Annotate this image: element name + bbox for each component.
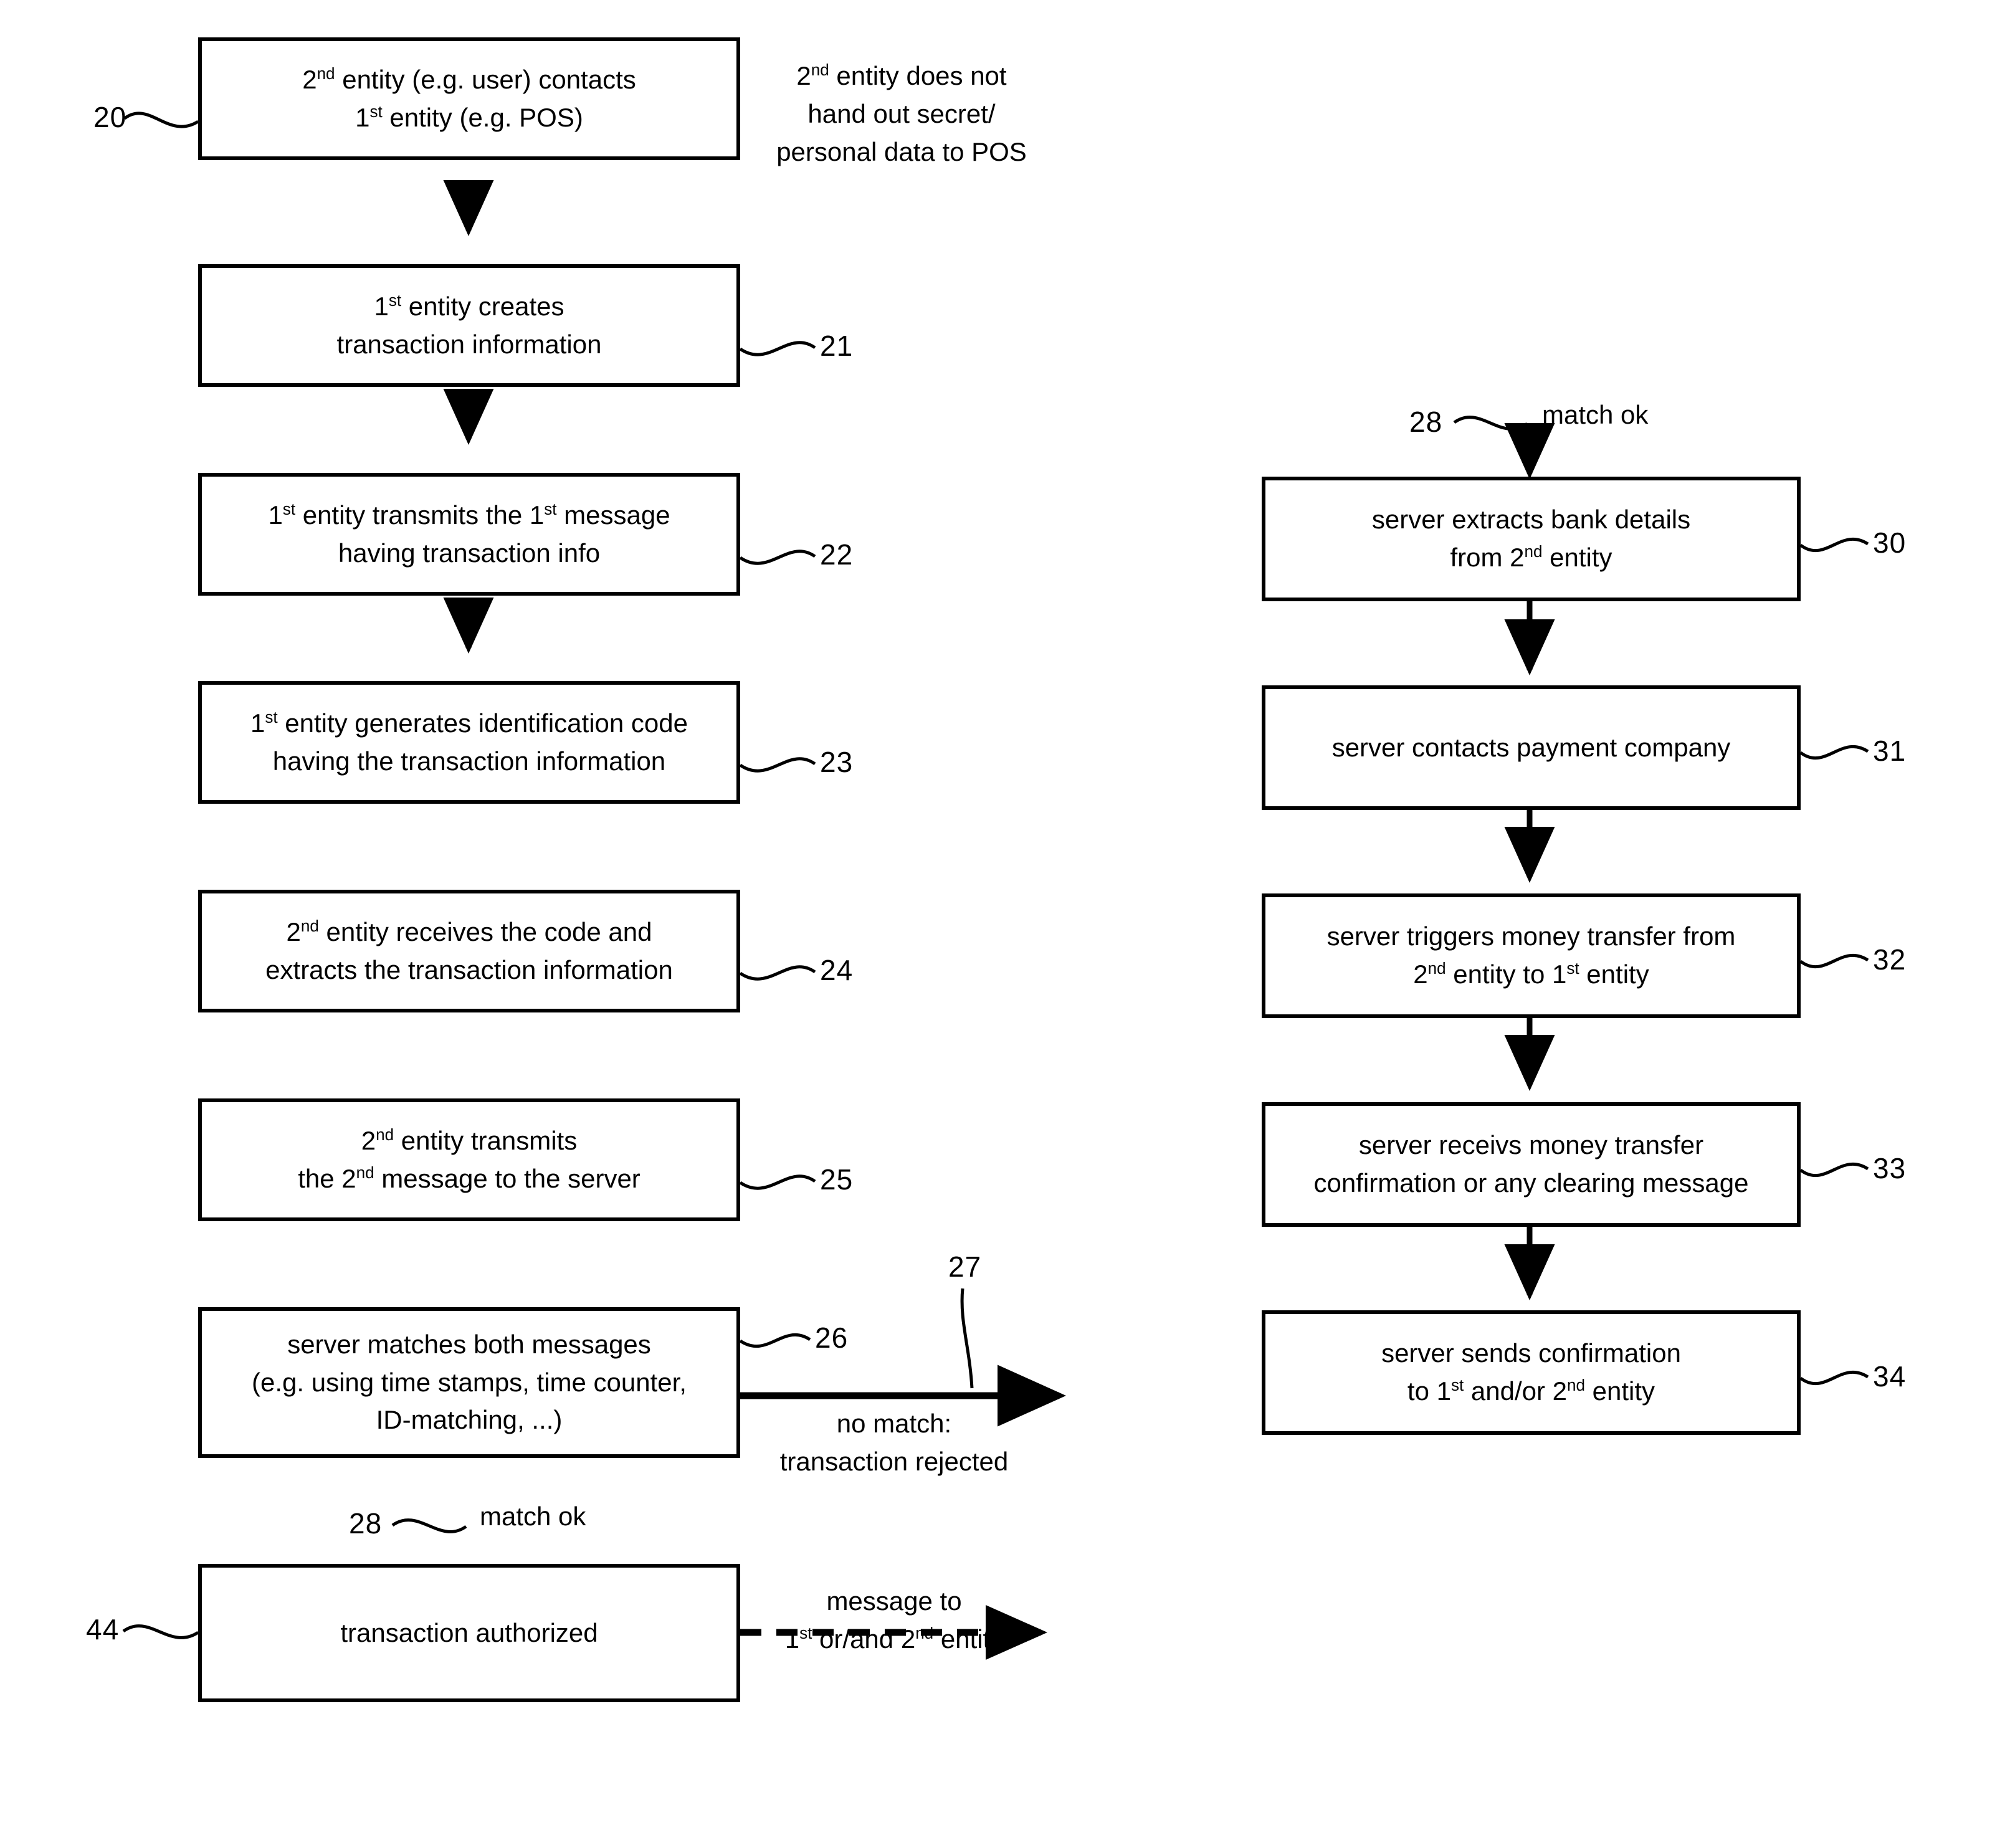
- step-box-25[interactable]: 2nd entity transmits the 2nd message to t…: [198, 1098, 740, 1221]
- step-box-34-text: server sends confirmation to 1st and/or 2…: [1381, 1338, 1681, 1406]
- ref-numeral-24: 24: [820, 954, 854, 986]
- step-box-30-text: server extracts bank details from 2nd ent…: [1371, 505, 1691, 572]
- leader-31: [1799, 745, 1869, 760]
- leader-44: [122, 1624, 199, 1639]
- step-box-44[interactable]: transaction authorized: [198, 1564, 740, 1702]
- leader-22: [739, 550, 816, 565]
- step-box-26-text: server matches both messages (e.g. using …: [252, 1329, 687, 1435]
- ref-numeral-25: 25: [820, 1163, 854, 1196]
- step-box-24-text: 2nd entity receives the code and extracts…: [265, 916, 673, 984]
- leader-24: [739, 965, 816, 981]
- ref-numeral-30: 30: [1873, 526, 1907, 559]
- leader-28-left: [391, 1518, 467, 1533]
- leader-25: [739, 1174, 816, 1190]
- step-box-32-text: server triggers money transfer from 2nd e…: [1326, 922, 1736, 989]
- step-box-44-text: transaction authorized: [340, 1617, 598, 1647]
- step-box-21[interactable]: 1st entity creates transaction informatio…: [198, 264, 740, 387]
- annotation-no-match: no match: transaction rejected: [779, 1409, 1009, 1476]
- step-box-21-text: 1st entity creates transaction informatio…: [336, 290, 602, 359]
- step-box-32[interactable]: server triggers money transfer from 2nd e…: [1262, 893, 1801, 1018]
- leader-34: [1799, 1370, 1869, 1386]
- leader-23: [739, 757, 816, 773]
- figure-canvas: 2nd entity (e.g. user) contacts 1st entit…: [0, 0, 2005, 1848]
- step-box-30[interactable]: server extracts bank details from 2nd ent…: [1262, 477, 1801, 601]
- leader-21: [739, 341, 816, 356]
- step-box-22-text: 1st entity transmits the 1st message havi…: [268, 499, 670, 568]
- leader-28-right: [1453, 416, 1528, 431]
- leader-32: [1799, 953, 1869, 969]
- ref-numeral-28-right: 28: [1409, 406, 1443, 438]
- leader-33: [1799, 1162, 1869, 1178]
- ref-numeral-20: 20: [93, 101, 127, 133]
- step-box-24[interactable]: 2nd entity receives the code and extracts…: [198, 890, 740, 1012]
- ref-numeral-33: 33: [1873, 1152, 1907, 1184]
- ref-numeral-26: 26: [815, 1322, 849, 1354]
- ref-numeral-27: 27: [948, 1250, 982, 1283]
- ref-numeral-44: 44: [86, 1613, 120, 1646]
- step-box-26[interactable]: server matches both messages (e.g. using …: [198, 1307, 740, 1458]
- annotation-message-to: message to 1st or/and 2nd entity: [784, 1586, 1004, 1654]
- ref-numeral-31: 31: [1873, 735, 1907, 767]
- step-box-34[interactable]: server sends confirmation to 1st and/or 2…: [1262, 1310, 1801, 1435]
- leader-26: [739, 1333, 811, 1348]
- ref-numeral-32: 32: [1873, 943, 1907, 976]
- step-box-23[interactable]: 1st entity generates identification code…: [198, 681, 740, 804]
- step-box-23-text: 1st entity generates identification code…: [250, 707, 688, 776]
- leader-20: [123, 112, 199, 128]
- annotation-pos-privacy: 2nd entity does not hand out secret/perso…: [776, 60, 1027, 166]
- step-box-31[interactable]: server contacts payment company: [1262, 685, 1801, 810]
- step-box-25-text: 2nd entity transmits the 2nd message to t…: [298, 1125, 641, 1193]
- leader-27: [960, 1288, 974, 1389]
- step-box-33-text: server receivs money transfer confirmatio…: [1313, 1130, 1749, 1198]
- ref-numeral-21: 21: [820, 330, 854, 362]
- leader-30: [1799, 537, 1869, 553]
- annotation-match-ok-left: match ok: [480, 1502, 586, 1531]
- ref-numeral-23: 23: [820, 746, 854, 778]
- ref-numeral-34: 34: [1873, 1360, 1907, 1393]
- step-box-22[interactable]: 1st entity transmits the 1st message havi…: [198, 473, 740, 596]
- ref-numeral-22: 22: [820, 538, 854, 571]
- step-box-20[interactable]: 2nd entity (e.g. user) contacts 1st entit…: [198, 37, 740, 160]
- step-box-20-text: 2nd entity (e.g. user) contacts 1st entit…: [302, 64, 636, 132]
- step-box-33[interactable]: server receivs money transfer confirmatio…: [1262, 1102, 1801, 1227]
- step-box-31-text: server contacts payment company: [1331, 732, 1731, 762]
- annotation-match-ok-right: match ok: [1542, 400, 1649, 429]
- ref-numeral-28-left: 28: [349, 1507, 383, 1540]
